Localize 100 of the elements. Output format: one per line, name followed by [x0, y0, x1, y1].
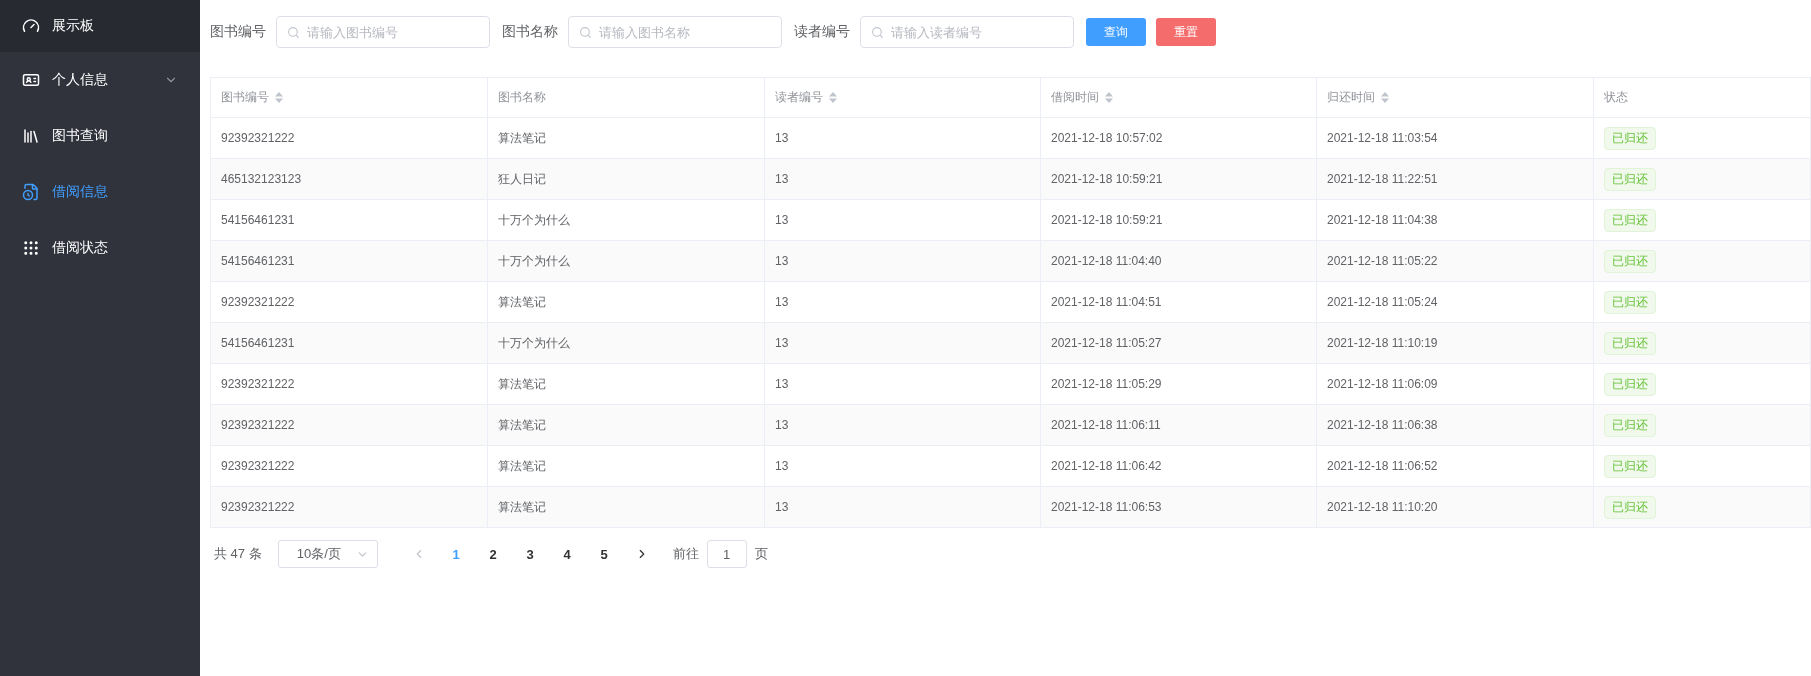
- sidebar-item[interactable]: 展示板: [0, 0, 200, 52]
- cell-text: 13: [775, 418, 789, 432]
- cell-text: 算法笔记: [498, 416, 546, 434]
- cell-text: 2021-12-18 11:05:27: [1051, 336, 1162, 350]
- goto-label: 前往: [672, 545, 699, 563]
- sort-icon[interactable]: [1105, 92, 1113, 103]
- search-icon: [579, 26, 592, 39]
- cell-text: 2021-12-18 11:04:38: [1327, 213, 1438, 227]
- gauge-icon: [22, 17, 40, 35]
- cell-text: 92392321222: [221, 418, 295, 432]
- column-header: 图书名称: [498, 89, 546, 106]
- status-tag: 已归还: [1604, 413, 1656, 437]
- page-button[interactable]: 4: [548, 545, 586, 563]
- page-size-select[interactable]: 10条/页: [277, 540, 378, 568]
- cell-text: 13: [775, 131, 789, 145]
- document-clock-icon: [22, 183, 40, 201]
- cell-text: 2021-12-18 11:03:54: [1327, 131, 1438, 145]
- cell-text: 465132123123: [221, 172, 302, 186]
- cell-text: 13: [775, 377, 789, 391]
- column-header: 读者编号: [775, 89, 823, 106]
- page-button[interactable]: 2: [474, 545, 512, 563]
- cell-text: 13: [775, 500, 789, 514]
- sidebar-item[interactable]: 个人信息: [0, 52, 200, 108]
- page-button[interactable]: 3: [511, 545, 549, 563]
- cell-text: 2021-12-18 11:10:19: [1327, 336, 1438, 350]
- cell-text: 2021-12-18 10:59:21: [1051, 172, 1163, 186]
- cell-text: 十万个为什么: [498, 211, 570, 229]
- cell-text: 算法笔记: [498, 375, 546, 393]
- cell-text: 2021-12-18 11:04:51: [1051, 295, 1162, 309]
- status-tag: 已归还: [1604, 372, 1656, 396]
- sidebar-item[interactable]: 图书查询: [0, 108, 200, 164]
- cell-text: 2021-12-18 11:06:09: [1327, 377, 1438, 391]
- search-icon: [871, 26, 884, 39]
- cell-text: 2021-12-18 11:22:51: [1327, 172, 1438, 186]
- page-button[interactable]: 5: [585, 545, 623, 563]
- cell-text: 92392321222: [221, 377, 295, 391]
- cell-text: 54156461231: [221, 213, 295, 227]
- search-field[interactable]: 请输入图书名称: [568, 16, 782, 48]
- sort-icon[interactable]: [1381, 92, 1389, 103]
- cell-text: 92392321222: [221, 131, 295, 145]
- cell-text: 13: [775, 254, 789, 268]
- search-icon: [287, 26, 300, 39]
- cell-text: 2021-12-18 11:06:52: [1327, 459, 1438, 473]
- cell-text: 13: [775, 336, 789, 350]
- search-field[interactable]: 请输入读者编号: [860, 16, 1074, 48]
- page-input[interactable]: 1: [706, 540, 747, 568]
- status-tag: 已归还: [1604, 167, 1656, 191]
- cell-text: 十万个为什么: [498, 252, 570, 270]
- sidebar-item-label: 个人信息: [52, 71, 109, 89]
- status-tag: 已归还: [1604, 454, 1656, 478]
- cell-text: 算法笔记: [498, 293, 546, 311]
- cell-text: 2021-12-18 11:06:42: [1051, 459, 1162, 473]
- page-suffix: 页: [754, 545, 768, 563]
- sidebar-item-label: 展示板: [52, 17, 95, 35]
- sidebar-item-label: 借阅状态: [52, 239, 109, 257]
- cell-text: 2021-12-18 11:06:53: [1051, 500, 1162, 514]
- cell-text: 92392321222: [221, 500, 295, 514]
- status-tag: 已归还: [1604, 208, 1656, 232]
- cell-text: 54156461231: [221, 336, 295, 350]
- cell-text: 2021-12-18 10:59:21: [1051, 213, 1163, 227]
- cell-text: 13: [775, 213, 789, 227]
- status-tag: 已归还: [1604, 331, 1656, 355]
- sort-icon[interactable]: [275, 92, 283, 103]
- column-header: 借阅时间: [1051, 89, 1099, 106]
- status-tag: 已归还: [1604, 126, 1656, 150]
- cell-text: 2021-12-18 11:10:20: [1327, 500, 1438, 514]
- cell-text: 13: [775, 172, 789, 186]
- column-header: 归还时间: [1327, 89, 1375, 106]
- cell-text: 54156461231: [221, 254, 295, 268]
- cell-text: 十万个为什么: [498, 334, 570, 352]
- sort-icon[interactable]: [829, 92, 837, 103]
- cell-text: 2021-12-18 11:05:29: [1051, 377, 1162, 391]
- grid-icon: [22, 239, 40, 257]
- total-count: 共 47 条: [214, 545, 262, 563]
- books-icon: [22, 127, 40, 145]
- filter-label: 图书编号: [210, 23, 266, 41]
- sidebar-item[interactable]: 借阅信息: [0, 164, 200, 220]
- sidebar-item-label: 图书查询: [52, 127, 109, 145]
- cell-text: 算法笔记: [498, 457, 546, 475]
- sidebar-item-label: 借阅信息: [52, 183, 109, 201]
- cell-text: 92392321222: [221, 459, 295, 473]
- status-tag: 已归还: [1604, 249, 1656, 273]
- sidebar-item[interactable]: 借阅状态: [0, 220, 200, 276]
- cell-text: 算法笔记: [498, 129, 546, 147]
- search-field[interactable]: 请输入图书编号: [276, 16, 490, 48]
- cell-text: 2021-12-18 11:05:22: [1327, 254, 1438, 268]
- cell-text: 2021-12-18 11:06:38: [1327, 418, 1438, 432]
- filter-label: 图书名称: [502, 23, 558, 41]
- filter-label: 读者编号: [794, 23, 850, 41]
- cell-text: 2021-12-18 11:04:40: [1051, 254, 1162, 268]
- column-header: 图书编号: [221, 89, 269, 106]
- cell-text: 狂人日记: [498, 170, 546, 188]
- cell-text: 92392321222: [221, 295, 295, 309]
- cell-text: 2021-12-18 11:06:11: [1051, 418, 1161, 432]
- status-tag: 已归还: [1604, 495, 1656, 519]
- cell-text: 2021-12-18 10:57:02: [1051, 131, 1163, 145]
- column-header: 状态: [1604, 89, 1628, 106]
- cell-text: 算法笔记: [498, 498, 546, 516]
- cell-text: 13: [775, 295, 789, 309]
- cell-text: 13: [775, 459, 789, 473]
